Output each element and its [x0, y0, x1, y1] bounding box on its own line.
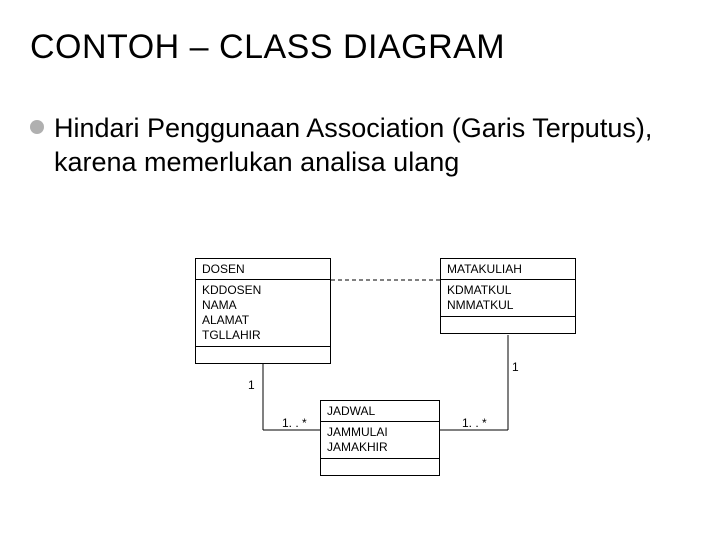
slide-title: CONTOH – CLASS DIAGRAM: [30, 28, 505, 67]
attr: KDMATKUL: [447, 283, 569, 298]
attr: JAMAKHIR: [327, 440, 433, 455]
attr: KDDOSEN: [202, 283, 324, 298]
class-attributes: JAMMULAI JAMAKHIR: [321, 422, 439, 459]
class-name: MATAKULIAH: [441, 259, 575, 280]
attr: ALAMAT: [202, 313, 324, 328]
class-operations: [196, 347, 330, 363]
attr: JAMMULAI: [327, 425, 433, 440]
multiplicity: 1. . *: [282, 416, 307, 430]
class-name: JADWAL: [321, 401, 439, 422]
bullet-icon: [30, 120, 44, 134]
class-attributes: KDDOSEN NAMA ALAMAT TGLLAHIR: [196, 280, 330, 347]
class-operations: [441, 317, 575, 333]
attr: NAMA: [202, 298, 324, 313]
multiplicity: 1: [248, 378, 255, 392]
attr: TGLLAHIR: [202, 328, 324, 343]
multiplicity: 1: [512, 360, 519, 374]
class-name: DOSEN: [196, 259, 330, 280]
multiplicity: 1. . *: [462, 416, 487, 430]
class-matakuliah: MATAKULIAH KDMATKUL NMMATKUL: [440, 258, 576, 334]
attr: NMMATKUL: [447, 298, 569, 313]
class-dosen: DOSEN KDDOSEN NAMA ALAMAT TGLLAHIR: [195, 258, 331, 364]
class-attributes: KDMATKUL NMMATKUL: [441, 280, 575, 317]
bullet-text: Hindari Penggunaan Association (Garis Te…: [54, 112, 690, 180]
class-jadwal: JADWAL JAMMULAI JAMAKHIR: [320, 400, 440, 476]
class-operations: [321, 459, 439, 475]
bullet-item: Hindari Penggunaan Association (Garis Te…: [30, 112, 690, 180]
